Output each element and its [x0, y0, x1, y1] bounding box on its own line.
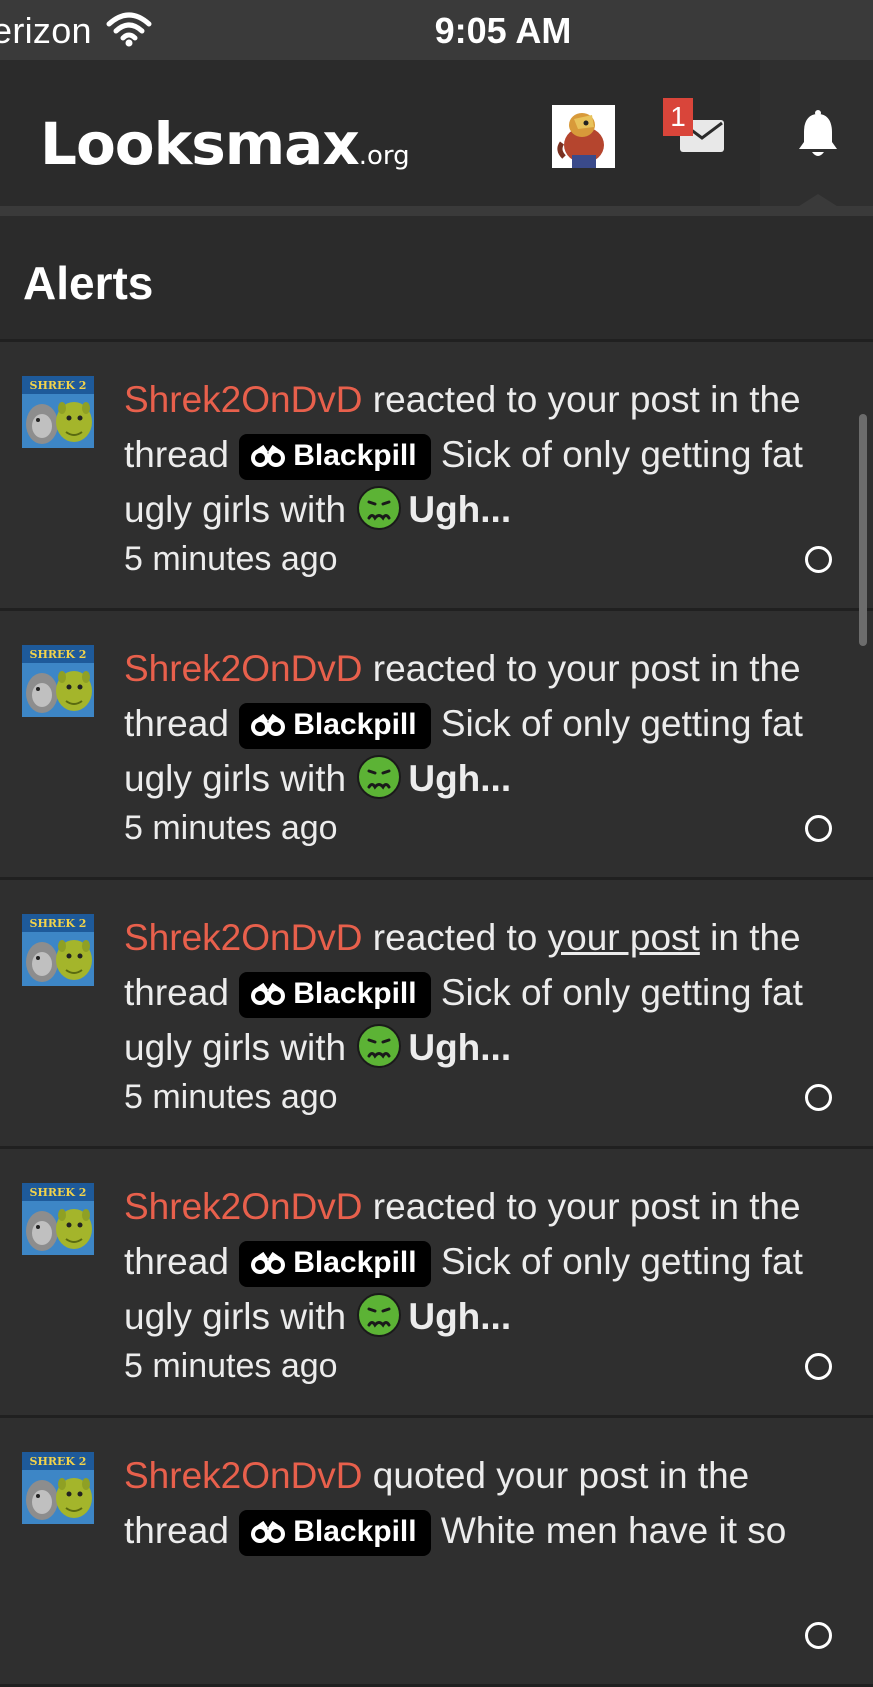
nauseated-face-icon	[357, 755, 402, 799]
site-logo[interactable]: Looksmax.org	[40, 110, 410, 178]
thread-prefix-label: Blackpill	[293, 439, 417, 472]
svg-text:SHREK 2: SHREK 2	[30, 648, 87, 661]
status-bar: erizon 9:05 AM	[0, 0, 873, 60]
alert-text: Shrek2OnDvD reacted to your post in the …	[124, 1179, 814, 1388]
svg-text:SHREK 2: SHREK 2	[30, 917, 87, 930]
alert-action: reacted to	[362, 917, 548, 958]
alert-thread-end: Ugh...	[408, 1296, 512, 1337]
alert-avatar[interactable]: SHREK 2	[22, 914, 94, 986]
logo-main: Looksmax	[40, 110, 360, 178]
alert-text: Shrek2OnDvD reacted to your post in the …	[124, 910, 814, 1119]
thread-prefix-tag[interactable]: Blackpill	[239, 1510, 431, 1556]
alert-text: Shrek2OnDvD reacted to your post in the …	[124, 641, 814, 850]
binoculars-icon	[251, 445, 286, 467]
thread-prefix-tag[interactable]: Blackpill	[239, 434, 431, 480]
alert-thread-end: Ugh...	[408, 489, 512, 530]
inbox-button[interactable]: 1	[663, 98, 733, 158]
alert-avatar[interactable]: SHREK 2	[22, 1452, 94, 1524]
avatar-shrek: SHREK 2	[22, 645, 94, 717]
dropdown-pointer	[796, 194, 840, 208]
binoculars-icon	[251, 1252, 286, 1274]
alert-item[interactable]: SHREK 2 Shrek2OnDvD reacted to your post…	[0, 611, 873, 880]
binoculars-icon	[251, 714, 286, 736]
thread-prefix-tag[interactable]: Blackpill	[239, 972, 431, 1018]
svg-text:SHREK 2: SHREK 2	[30, 1186, 87, 1199]
thread-prefix-label: Blackpill	[293, 1515, 417, 1548]
mark-read-circle-icon[interactable]	[805, 815, 832, 842]
alert-avatar[interactable]: SHREK 2	[22, 376, 94, 448]
site-header: Looksmax.org 1	[0, 60, 873, 208]
alert-thread-end: Ugh...	[408, 758, 512, 799]
alert-item[interactable]: SHREK 2 Shrek2OnDvD reacted to your post…	[0, 1149, 873, 1418]
bell-icon	[799, 110, 837, 156]
alert-timestamp: 5 minutes ago	[124, 1078, 338, 1116]
alert-timestamp: 5 minutes ago	[124, 809, 338, 847]
alert-thread-end: Ugh...	[408, 1027, 512, 1068]
avatar-shrek: SHREK 2	[22, 1183, 94, 1255]
logo-tld: .org	[358, 141, 410, 171]
alert-username-link[interactable]: Shrek2OnDvD	[124, 1455, 363, 1496]
alert-thread-link[interactable]: White men have it so	[431, 1510, 787, 1551]
alert-action: reacted to	[362, 1186, 548, 1227]
alert-username-link[interactable]: Shrek2OnDvD	[124, 648, 363, 689]
alerts-button[interactable]	[760, 60, 873, 206]
alert-item[interactable]: SHREK 2 Shrek2OnDvD reacted to your post…	[0, 880, 873, 1149]
mark-read-circle-icon[interactable]	[805, 546, 832, 573]
alert-avatar[interactable]: SHREK 2	[22, 645, 94, 717]
nauseated-face-icon	[357, 486, 402, 530]
thread-prefix-tag[interactable]: Blackpill	[239, 703, 431, 749]
svg-text:SHREK 2: SHREK 2	[30, 1455, 87, 1468]
avatar-shrek: SHREK 2	[22, 914, 94, 986]
alert-post-link[interactable]: your post	[548, 1186, 700, 1227]
inbox-count-badge: 1	[663, 98, 693, 136]
alert-item[interactable]: SHREK 2 Shrek2OnDvD reacted to your post…	[0, 342, 873, 611]
status-time: 9:05 AM	[434, 10, 572, 51]
avatar-shrek: SHREK 2	[22, 376, 94, 448]
nauseated-face-icon	[357, 1024, 402, 1068]
header-divider	[0, 206, 873, 216]
alert-post-link[interactable]: your post	[548, 917, 700, 958]
binoculars-icon	[251, 1521, 286, 1543]
avatar-shrek: SHREK 2	[22, 1452, 94, 1524]
alert-username-link[interactable]: Shrek2OnDvD	[124, 1186, 363, 1227]
alert-action: reacted to	[362, 648, 548, 689]
alert-timestamp: 5 minutes ago	[124, 540, 338, 578]
nauseated-face-icon	[357, 1293, 402, 1337]
thread-prefix-tag[interactable]: Blackpill	[239, 1241, 431, 1287]
user-avatar-button[interactable]	[552, 105, 615, 168]
alert-post-link[interactable]: your post	[496, 1455, 648, 1496]
alerts-panel-header: Alerts	[0, 216, 873, 342]
scrollbar[interactable]	[859, 414, 867, 646]
binoculars-icon	[251, 983, 286, 1005]
mark-read-circle-icon[interactable]	[805, 1353, 832, 1380]
svg-text:SHREK 2: SHREK 2	[30, 379, 87, 392]
thread-prefix-label: Blackpill	[293, 1246, 417, 1279]
alert-list: SHREK 2 Shrek2OnDvD reacted to your post…	[0, 342, 873, 1687]
alert-action: quoted	[362, 1455, 497, 1496]
alert-avatar[interactable]: SHREK 2	[22, 1183, 94, 1255]
alert-item[interactable]: SHREK 2 Shrek2OnDvD quoted your post in …	[0, 1418, 873, 1687]
thread-prefix-label: Blackpill	[293, 708, 417, 741]
alert-timestamp: 5 minutes ago	[124, 1347, 338, 1385]
avatar-image	[552, 105, 615, 168]
alert-action: reacted to	[362, 379, 548, 420]
mark-read-circle-icon[interactable]	[805, 1622, 832, 1649]
page-title: Alerts	[23, 257, 154, 309]
alert-text: Shrek2OnDvD quoted your post in the thre…	[124, 1448, 814, 1558]
thread-prefix-label: Blackpill	[293, 977, 417, 1010]
alert-post-link[interactable]: your post	[548, 379, 700, 420]
alert-username-link[interactable]: Shrek2OnDvD	[124, 917, 363, 958]
mark-read-circle-icon[interactable]	[805, 1084, 832, 1111]
alert-username-link[interactable]: Shrek2OnDvD	[124, 379, 363, 420]
alert-text: Shrek2OnDvD reacted to your post in the …	[124, 372, 814, 581]
alert-post-link[interactable]: your post	[548, 648, 700, 689]
